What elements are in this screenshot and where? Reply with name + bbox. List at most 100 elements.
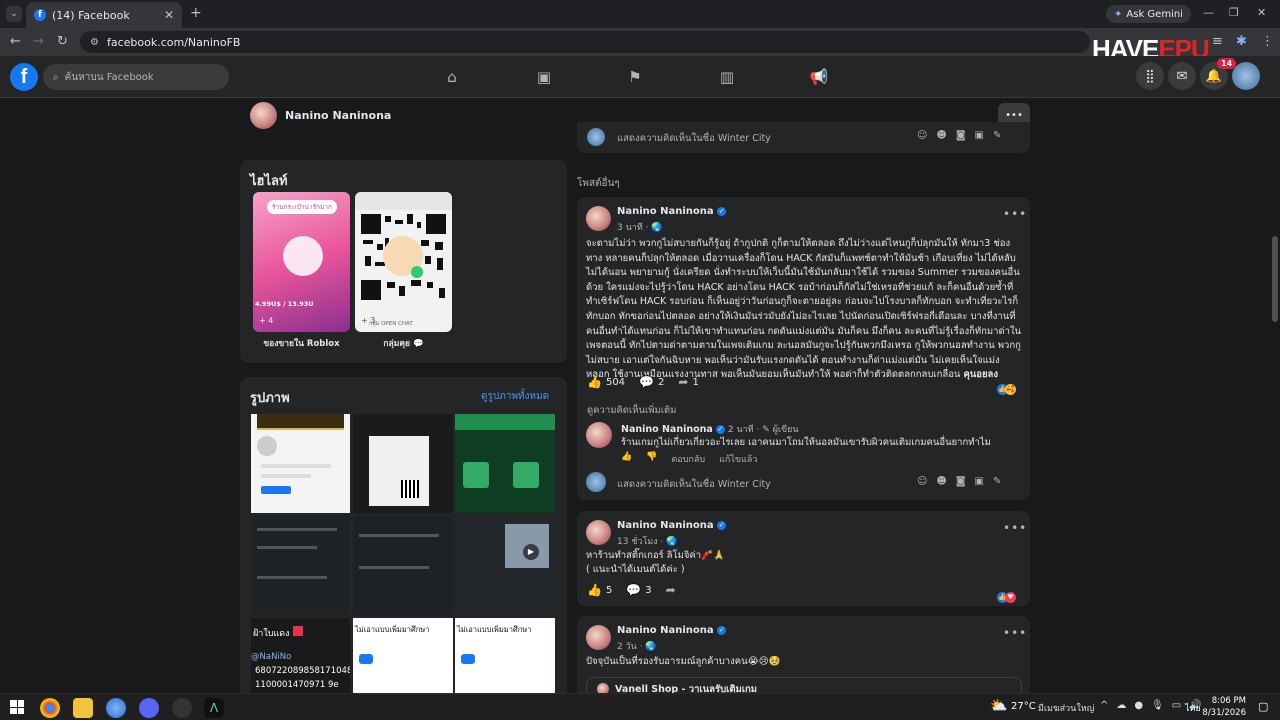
facebook-logo-icon[interactable]: f (10, 63, 38, 91)
restore-icon[interactable]: ❐ (1229, 6, 1239, 19)
windows-start-icon[interactable] (10, 700, 24, 714)
highlight-label-roblox[interactable]: ของขายใน Roblox (253, 336, 350, 350)
tab-close-icon[interactable]: ✕ (164, 8, 174, 22)
post3-author-avatar[interactable] (586, 625, 611, 650)
post1-comment-tools-icons[interactable]: ☺☻◙▣✎ (917, 476, 1010, 487)
account-avatar[interactable] (1232, 62, 1260, 90)
post2-author[interactable]: Nanino Naninona ✓ (617, 520, 727, 531)
qr-code-image (355, 192, 452, 300)
comment-author-avatar[interactable] (586, 422, 612, 448)
comment-bubble-icon[interactable]: 💬 (626, 583, 641, 597)
weather-cloud-icon[interactable]: ⛅ (990, 698, 1007, 714)
forward-arrow-icon[interactable]: → (33, 34, 44, 49)
reload-icon[interactable]: ↻ (57, 34, 68, 49)
photo-thumb-6[interactable]: ▶ (455, 516, 555, 615)
discord-icon[interactable] (139, 698, 159, 718)
comment-dislike-icon[interactable]: 👎 (646, 452, 657, 466)
photo-thumb-5[interactable] (353, 516, 453, 615)
post3-author[interactable]: Nanino Naninona ✓ (617, 625, 727, 636)
back-arrow-icon[interactable]: ← (10, 34, 21, 49)
ads-megaphone-icon[interactable]: 📢 (808, 66, 830, 88)
highlight-label-group[interactable]: กลุ่มคุย 💬 (355, 336, 452, 350)
highlights-card: ไฮไลท์ ร้านกระเป๋าน่ารักมาก 4.99U$ / 13.… (240, 160, 567, 363)
post-card-3: Nanino Naninona ✓ 2 วัน · 🌏 ••• ปัจจุบัน… (577, 616, 1030, 695)
browser-menu-icon[interactable]: ⋮ (1261, 34, 1274, 49)
taskbar-time[interactable]: 8:06 PM (1206, 696, 1246, 706)
photo-thumb-7[interactable]: ฝ้าใบแดง @NaNiNo 680722089858171048 1100… (251, 618, 350, 693)
post1-body-text: จะตามไม่ว่า พวกกูไม่สบายกันก็รู้อยู่ ถ้า… (586, 238, 1022, 381)
comment-reply-button[interactable]: ตอบกลับ (671, 452, 705, 466)
tab-facebook[interactable]: f (14) Facebook ✕ (26, 2, 182, 28)
tab-search-icon[interactable]: ≡ (1212, 34, 1223, 49)
photo-thumb-8[interactable]: ไม่เอาแบบเพิ่มมาศึกษา (353, 618, 453, 693)
extension-icon[interactable]: ✱ (1236, 34, 1247, 49)
like-thumb-icon[interactable]: 👍 (587, 375, 602, 389)
page-scrollbar-thumb[interactable] (1272, 236, 1278, 322)
photo-thumb-9[interactable]: ไม่เอาแบบเพิ่มมาศึกษา (455, 618, 555, 693)
post3-more-icon[interactable]: ••• (1003, 626, 1027, 640)
post2-author-avatar[interactable] (586, 520, 611, 545)
app-blue-icon[interactable] (106, 698, 126, 718)
post1-author[interactable]: Nanino Naninona ✓ (617, 206, 727, 217)
terminal-app-icon[interactable]: Λ (204, 698, 224, 718)
home-icon[interactable]: ⌂ (441, 66, 463, 88)
comment-like-icon[interactable]: 👍 (621, 452, 632, 466)
photo7-line-4: 1100001470971 9e (255, 680, 339, 690)
photo-thumb-4[interactable] (251, 516, 350, 615)
profile-avatar[interactable] (250, 102, 277, 129)
highlight-roblox-thumb[interactable]: ร้านกระเป๋าน่ารักมาก 4.99U$ / 13.93U + 4 (253, 192, 350, 332)
chrome-taskbar-icon[interactable] (40, 698, 60, 718)
photo-thumb-3[interactable] (455, 414, 555, 513)
post2-time[interactable]: 13 ชั่วโมง · 🌏 (617, 534, 677, 548)
post1-comment-input[interactable]: แสดงความคิดเห็นในชื่อ Winter City (617, 477, 771, 492)
weather-temp[interactable]: 27°C (1011, 701, 1036, 712)
share-arrow-icon[interactable]: ➦ (678, 375, 688, 389)
post3-time[interactable]: 2 วัน · 🌏 (617, 639, 657, 653)
messenger-icon[interactable]: ✉ (1168, 62, 1196, 90)
profile-name[interactable]: Nanino Naninona (285, 109, 391, 122)
post1-author-avatar[interactable] (586, 206, 611, 231)
photo3-header (455, 414, 555, 430)
post2-more-icon[interactable]: ••• (1003, 521, 1027, 535)
post2-line-2: ( แนะนำได้เมนต์ได้ค่ะ ) (586, 564, 685, 575)
app-dark-icon[interactable] (172, 698, 192, 718)
file-explorer-icon[interactable] (73, 698, 93, 718)
minimize-icon[interactable]: — (1203, 6, 1214, 19)
highlight-group-thumb[interactable]: กลุ่ม OPEN CHAT + 3 (355, 192, 452, 332)
post3-shared-post[interactable]: Vanell Shop - วาเนลรับเติมเกม (586, 677, 1022, 695)
post1-time[interactable]: 3 นาที · 🌏 (617, 220, 663, 234)
like-thumb-icon[interactable]: 👍 (587, 583, 602, 597)
comment-input-top[interactable]: แสดงความคิดเห็นในชื่อ Winter City (617, 131, 771, 146)
photo-thumb-2[interactable] (353, 414, 453, 513)
ask-gemini-button[interactable]: ✦ Ask Gemini (1106, 5, 1191, 23)
post-card-2: Nanino Naninona ✓ 13 ชั่วโมง · 🌏 ••• หาร… (577, 511, 1030, 606)
address-input[interactable]: ⚙ facebook.com/NaninoFB (80, 31, 1090, 53)
post1-more-icon[interactable]: ••• (1003, 207, 1027, 221)
pages-flag-icon[interactable]: ⚑ (624, 66, 646, 88)
share-arrow-icon[interactable]: ➦ (666, 583, 676, 597)
notification-center-icon[interactable]: ▢ (1258, 700, 1268, 713)
highlight-count: + 4 (259, 316, 274, 325)
photo8-like (359, 654, 373, 664)
facebook-search-input[interactable]: ⌕ ค้นหาบน Facebook (43, 64, 229, 90)
highlight-count-2: + 3 (361, 316, 376, 325)
comment-header: Nanino Naninona ✓ 2 นาที · ✎ ผู้เขียน (621, 422, 799, 436)
video-icon[interactable]: ▣ (533, 66, 555, 88)
tab-list-chevron-icon[interactable]: ⌄ (6, 6, 22, 22)
see-all-photos-link[interactable]: ดูรูปภาพทั้งหมด (481, 389, 549, 404)
menu-grid-icon[interactable]: ⣿ (1136, 62, 1164, 90)
comment-bubble-icon[interactable]: 💬 (639, 375, 654, 389)
post2-reactions[interactable]: 👍♥ (997, 584, 1016, 603)
window-close-icon[interactable]: ✕ (1257, 6, 1266, 19)
taskbar-date[interactable]: 8/31/2026 (1196, 708, 1246, 718)
highlight-price: 4.99U$ / 13.93U (255, 300, 314, 308)
photo-thumb-1[interactable] (251, 414, 350, 513)
site-info-icon[interactable]: ⚙ (90, 37, 99, 48)
dashboard-icon[interactable]: ▥ (716, 66, 738, 88)
weather-desc[interactable]: มีเมฆส่วนใหญ่ (1038, 701, 1094, 715)
new-tab-plus-icon[interactable]: + (190, 5, 202, 21)
comment-tools-icons[interactable]: ☺☻◙▣✎ (917, 130, 1010, 141)
post1-reactions[interactable]: 👍🥰 (997, 376, 1016, 395)
post1-more-comments-link[interactable]: ดูความคิดเห็นเพิ่มเติม (587, 403, 676, 418)
comment-author-name[interactable]: Nanino Naninona (621, 424, 713, 435)
